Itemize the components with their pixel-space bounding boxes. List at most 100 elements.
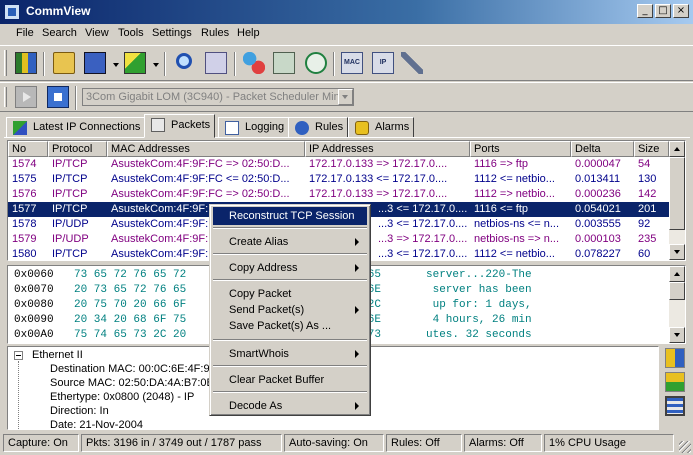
layout-icon[interactable] — [665, 348, 685, 368]
toolbar-separator — [43, 52, 45, 76]
tree-node-destination-mac[interactable]: Destination MAC: 00:0C:6E:4F:9F:FC — [50, 363, 234, 375]
menu-view[interactable]: View — [85, 27, 109, 39]
menu-item-label: Clear Packet Buffer — [229, 374, 325, 386]
menu-separator — [213, 227, 367, 229]
tree-node-source-mac[interactable]: Source MAC: 02:50:DA:4A:B7:0B — [50, 377, 214, 389]
menu-file[interactable]: File — [16, 27, 34, 39]
tree-guide-line — [18, 361, 19, 429]
chevron-down-icon[interactable] — [338, 89, 353, 105]
mac-aliases-icon[interactable]: MAC — [341, 52, 363, 74]
options-wrench-icon[interactable] — [401, 52, 423, 74]
cell-delta: 0.000047 — [575, 158, 621, 170]
toolbar-grip[interactable] — [4, 50, 7, 76]
tab-latest-ip-connections[interactable]: Latest IP Connections — [6, 117, 146, 138]
adapter-select[interactable]: 3Com Gigabit LOM (3C940) - Packet Schedu… — [82, 88, 354, 106]
nodes-icon[interactable] — [243, 52, 265, 74]
app-icon[interactable] — [4, 4, 20, 20]
tree-node-date[interactable]: Date: 21-Nov-2004 — [50, 419, 143, 429]
close-button[interactable]: × — [673, 4, 689, 18]
search-icon[interactable] — [176, 53, 192, 69]
ip-aliases-icon[interactable]: IP — [372, 52, 394, 74]
minimize-button[interactable]: _ — [637, 4, 653, 18]
scroll-up-button[interactable] — [669, 266, 685, 282]
menu-item-reconstruct-tcp-session[interactable]: Reconstruct TCP Session — [213, 207, 367, 225]
scroll-down-button[interactable] — [669, 244, 685, 260]
title-bar[interactable]: CommView _ □ × — [0, 0, 693, 24]
table-row[interactable]: 1575 IP/TCP AsustekCom:4F:9F:FC <= 02:50… — [8, 172, 669, 187]
menu-item-copy-address[interactable]: Copy Address — [213, 259, 367, 277]
tab-logging[interactable]: Logging — [218, 117, 290, 138]
cell-delta: 0.000103 — [575, 233, 621, 245]
menu-search[interactable]: Search — [42, 27, 77, 39]
tree-node-direction[interactable]: Direction: In — [50, 405, 109, 417]
maximize-button[interactable]: □ — [655, 4, 671, 18]
edit-dropdown-arrow[interactable] — [153, 63, 159, 67]
tab-rules[interactable]: Rules — [288, 117, 349, 138]
menu-rules[interactable]: Rules — [201, 27, 229, 39]
toolbar-grip[interactable] — [4, 87, 7, 107]
hex-offset: 0x00A0 — [14, 329, 54, 341]
table-row[interactable]: 1574 IP/TCP AsustekCom:4F:9F:FC => 02:50… — [8, 157, 669, 172]
hex-offset: 0x0070 — [14, 284, 54, 296]
packet-list-scrollbar[interactable] — [669, 141, 685, 260]
hex-panel-scrollbar[interactable] — [669, 266, 685, 343]
status-capture: Capture: On — [3, 434, 79, 452]
scroll-up-button[interactable] — [669, 141, 685, 157]
tab-alarms[interactable]: Alarms — [348, 117, 415, 138]
notes-icon[interactable] — [205, 52, 227, 74]
cell-protocol: IP/UDP — [52, 233, 89, 245]
menu-item-save-packets-as[interactable]: Save Packet(s) As ... — [213, 317, 367, 335]
tab-packets[interactable]: Packets — [144, 114, 216, 138]
cell-mac: AsustekCom:4F:9F:FC — [111, 248, 221, 260]
menu-item-smartwhois[interactable]: SmartWhois — [213, 345, 367, 363]
cell-ip: 172.17.0.133 <= 172.17.0.... — [309, 173, 448, 185]
save-disk-icon[interactable] — [84, 52, 106, 74]
tree-node-label: Ethernet II — [32, 349, 83, 361]
edit-pen-icon[interactable] — [124, 52, 146, 74]
split-view-icon[interactable] — [665, 372, 685, 392]
resize-grip[interactable] — [679, 441, 691, 453]
column-header-ip[interactable]: IP Addresses — [305, 141, 470, 157]
cell-ports: 1116 => ftp — [474, 158, 529, 170]
open-folder-icon[interactable] — [53, 52, 75, 74]
cell-no: 1578 — [12, 218, 37, 230]
scheduler-clock-icon[interactable] — [305, 52, 327, 74]
status-rules: Rules: Off — [386, 434, 462, 452]
tree-node-ethernet[interactable]: Ethernet II — [8, 347, 208, 363]
scroll-thumb[interactable] — [669, 157, 685, 230]
cell-delta: 0.078227 — [575, 248, 621, 260]
hex-bytes: 20 73 65 72 76 65 — [74, 284, 187, 296]
menu-bar: File Search View Tools Settings Rules He… — [0, 24, 693, 44]
scroll-down-button[interactable] — [669, 327, 685, 343]
documents-icon[interactable] — [273, 52, 295, 74]
cell-ports: netbios-ns <= n... — [474, 218, 559, 230]
tree-node-ethertype[interactable]: Ethertype: 0x0800 (2048) - IP — [50, 391, 194, 403]
column-header-no[interactable]: No — [8, 141, 48, 157]
cell-ip: 172.17.0.133 => 172.17.0.... — [309, 188, 448, 200]
menu-item-decode-as[interactable]: Decode As — [213, 397, 367, 415]
scroll-thumb[interactable] — [669, 282, 685, 300]
menu-help[interactable]: Help — [237, 27, 260, 39]
cell-protocol: IP/TCP — [52, 248, 88, 260]
column-header-protocol[interactable]: Protocol — [48, 141, 107, 157]
hex-ascii: up for: 1 days, — [426, 299, 532, 311]
menu-settings[interactable]: Settings — [152, 27, 192, 39]
menu-item-label: Decode As — [229, 400, 283, 412]
menu-item-create-alias[interactable]: Create Alias — [213, 233, 367, 251]
stop-capture-icon[interactable] — [47, 86, 69, 108]
list-view-icon[interactable] — [665, 396, 685, 416]
statistics-icon[interactable] — [15, 52, 37, 74]
hex-ascii: utes. 32 seconds — [426, 329, 532, 341]
table-row[interactable]: 1576 IP/TCP AsustekCom:4F:9F:FC => 02:50… — [8, 187, 669, 202]
column-header-size[interactable]: Size — [634, 141, 669, 157]
column-header-ports[interactable]: Ports — [470, 141, 571, 157]
collapse-toggle-icon[interactable] — [14, 351, 23, 360]
start-capture-icon[interactable] — [15, 86, 37, 108]
menu-item-clear-packet-buffer[interactable]: Clear Packet Buffer — [213, 371, 367, 389]
save-dropdown-arrow[interactable] — [113, 63, 119, 67]
column-header-delta[interactable]: Delta — [571, 141, 634, 157]
column-header-mac[interactable]: MAC Addresses — [107, 141, 305, 157]
menu-tools[interactable]: Tools — [118, 27, 144, 39]
cell-no: 1576 — [12, 188, 37, 200]
cell-no: 1580 — [12, 248, 37, 260]
